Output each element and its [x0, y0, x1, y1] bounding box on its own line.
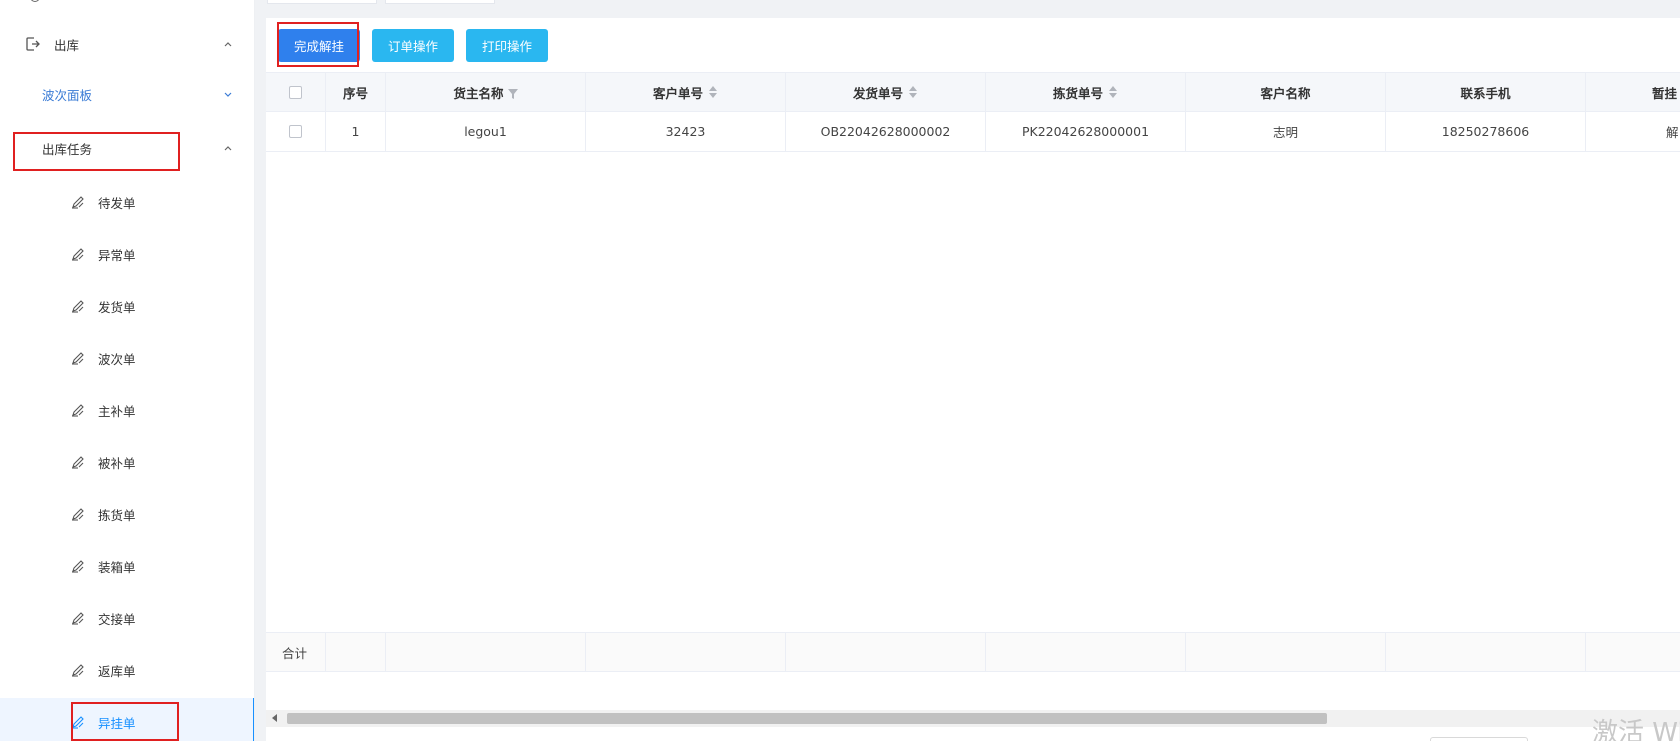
cell-owner: legou1 [386, 112, 586, 152]
scrollbar-thumb[interactable] [287, 713, 1327, 724]
header-index: 序号 [326, 72, 386, 112]
footer-cell [326, 632, 386, 672]
sidebar-subitem[interactable]: 装箱单 [0, 542, 254, 590]
edit-pen-icon [70, 298, 86, 314]
sidebar-item-label: 出库任务 [42, 141, 93, 157]
edit-pen-icon [70, 662, 86, 678]
footer-cell [1586, 632, 1680, 672]
sidebar-subitem-label: 被补单 [98, 455, 136, 471]
header-pick-no[interactable]: 拣货单号 [986, 72, 1186, 112]
edit-pen-icon [70, 194, 86, 210]
sidebar-subitem[interactable]: 交接单 [0, 594, 254, 642]
data-table: 序号 货主名称 客户单号 发货单号 拣货单号 客户名称 联系手机 暂挂 1 le… [266, 72, 1680, 672]
edit-pen-icon [70, 402, 86, 418]
sidebar-subitem-label: 波次单 [98, 351, 136, 367]
partial-top-icon [30, 0, 40, 2]
sidebar-subitem[interactable]: 发货单 [0, 282, 254, 330]
cell-customer-no: 32423 [586, 112, 786, 152]
header-owner[interactable]: 货主名称 [386, 72, 586, 112]
edit-pen-icon [70, 506, 86, 522]
order-ops-button[interactable]: 订单操作 [372, 29, 455, 62]
sidebar-subitem[interactable]: 被补单 [0, 438, 254, 486]
active-indicator [253, 698, 254, 741]
edit-pen-icon [70, 714, 86, 730]
sidebar-subitem[interactable]: 波次单 [0, 334, 254, 382]
sort-icon[interactable] [1109, 86, 1118, 98]
header-phone: 联系手机 [1386, 72, 1586, 112]
edit-pen-icon [70, 610, 86, 626]
chevron-down-icon [223, 89, 233, 99]
cell-ship-no: OB22042628000002 [786, 112, 986, 152]
tab-strip [255, 0, 1680, 14]
pagination-select[interactable] [1430, 737, 1528, 741]
cell-index: 1 [326, 112, 386, 152]
sidebar-subitem-label: 交接单 [98, 611, 136, 627]
sidebar-subitem[interactable]: 返库单 [0, 646, 254, 694]
sidebar-item-outbound-task[interactable]: 出库任务 [0, 124, 254, 172]
sidebar-subitem-label: 拣货单 [98, 507, 136, 523]
filter-icon[interactable] [507, 87, 518, 99]
cell-pick-no: PK22042628000001 [986, 112, 1186, 152]
sidebar-subitem-label: 异常单 [98, 247, 136, 263]
sidebar-subitem-label: 待发单 [98, 195, 136, 211]
sidebar-subitem-label: 异挂单 [98, 715, 136, 731]
footer-cell [1186, 632, 1386, 672]
sidebar: 出库 波次面板 出库任务 待发单异常单发货单波次单主补单被补单拣货单装箱单交接单… [0, 0, 255, 741]
sidebar-subitem[interactable]: 主补单 [0, 386, 254, 434]
sidebar-item-wave-panel[interactable]: 波次面板 [0, 70, 254, 118]
footer-cell [586, 632, 786, 672]
table-row[interactable]: 1 legou1 32423 OB22042628000002 PK220426… [266, 112, 1680, 152]
sidebar-subitem-label: 返库单 [98, 663, 136, 679]
chevron-up-icon [223, 143, 233, 153]
table-footer: 合计 [266, 632, 1680, 672]
sidebar-subitem[interactable]: 拣货单 [0, 490, 254, 538]
complete-unhang-button[interactable]: 完成解挂 [278, 29, 361, 62]
footer-cell [386, 632, 586, 672]
sidebar-item-outbound[interactable]: 出库 [0, 20, 254, 68]
edit-pen-icon [70, 454, 86, 470]
cell-phone: 18250278606 [1386, 112, 1586, 152]
app-root: 出库 波次面板 出库任务 待发单异常单发货单波次单主补单被补单拣货单装箱单交接单… [0, 0, 1680, 741]
tab[interactable] [385, 0, 495, 4]
edit-pen-icon [70, 350, 86, 366]
content-card: 完成解挂 订单操作 打印操作 序号 货主名称 客户单号 发货单号 拣货单号 客户… [266, 18, 1680, 741]
sort-icon[interactable] [709, 86, 718, 98]
footer-sum-label: 合计 [266, 632, 326, 672]
header-customer-no[interactable]: 客户单号 [586, 72, 786, 112]
print-ops-button[interactable]: 打印操作 [466, 29, 549, 62]
header-hold: 暂挂 [1586, 72, 1680, 112]
header-customer-name: 客户名称 [1186, 72, 1386, 112]
sidebar-item-label: 波次面板 [42, 87, 93, 103]
footer-cell [786, 632, 986, 672]
sidebar-item-label: 出库 [54, 37, 80, 53]
sidebar-subitem-label: 发货单 [98, 299, 136, 315]
row-checkbox[interactable] [289, 125, 302, 138]
row-select[interactable] [266, 112, 326, 152]
select-all-checkbox[interactable] [289, 85, 302, 99]
cell-customer-name: 志明 [1186, 112, 1386, 152]
footer-cell [986, 632, 1186, 672]
header-ship-no[interactable]: 发货单号 [786, 72, 986, 112]
chevron-up-icon [223, 39, 233, 49]
footer-cell [1386, 632, 1586, 672]
horizontal-scrollbar[interactable] [266, 710, 1680, 727]
sidebar-subitem-label: 装箱单 [98, 559, 136, 575]
table-header: 序号 货主名称 客户单号 发货单号 拣货单号 客户名称 联系手机 暂挂 [266, 72, 1680, 112]
sidebar-subitem-label: 主补单 [98, 403, 136, 419]
edit-pen-icon [70, 558, 86, 574]
toolbar: 完成解挂 订单操作 打印操作 [266, 18, 560, 73]
sort-icon[interactable] [909, 86, 918, 98]
sidebar-subitem[interactable]: 异常单 [0, 230, 254, 278]
cell-hold: 解 [1586, 112, 1680, 152]
windows-activation-watermark: 激活 Wi [1592, 718, 1680, 741]
header-select-all[interactable] [266, 72, 326, 112]
logout-icon [24, 35, 42, 53]
edit-pen-icon [70, 246, 86, 262]
tab[interactable] [267, 0, 377, 4]
scroll-left-icon[interactable] [272, 714, 277, 722]
sidebar-subitem[interactable]: 异挂单 [0, 698, 254, 741]
sidebar-subitem[interactable]: 待发单 [0, 178, 254, 226]
